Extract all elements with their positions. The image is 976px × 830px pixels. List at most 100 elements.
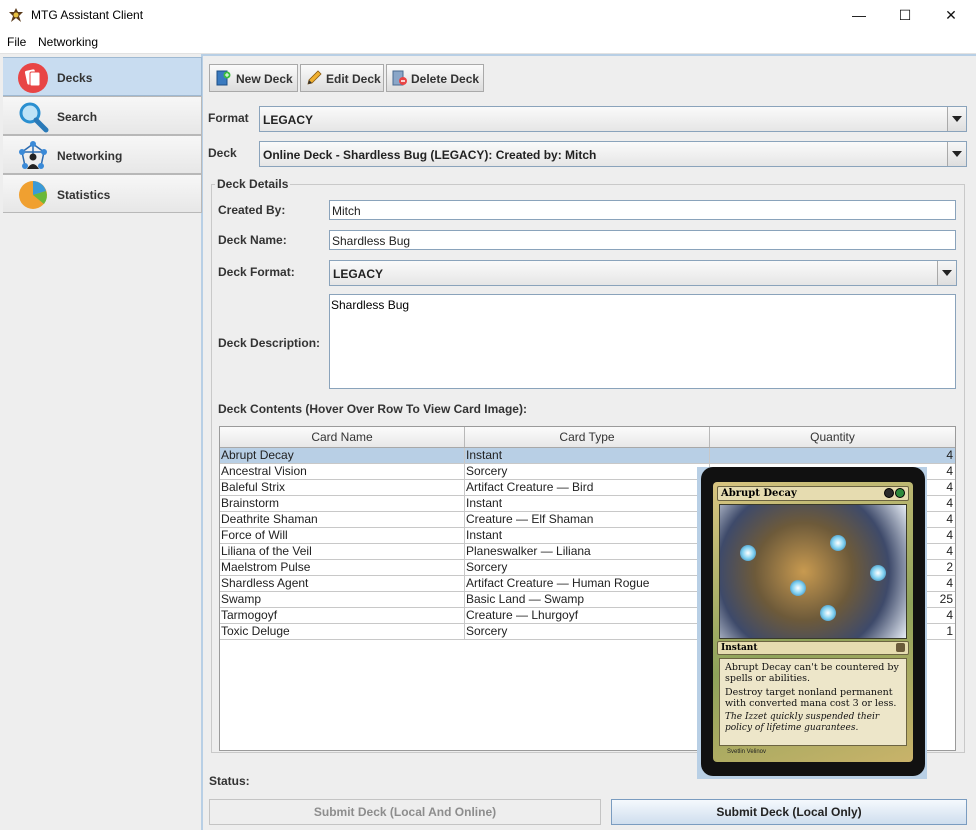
new-deck-label: New Deck	[236, 72, 293, 86]
new-deck-button[interactable]: New Deck	[209, 64, 298, 92]
submit-local-button[interactable]: Submit Deck (Local Only)	[611, 799, 967, 825]
sidebar-item-label: Search	[57, 110, 98, 124]
sidebar-item-networking[interactable]: Networking	[3, 135, 202, 174]
menu-file[interactable]: File	[7, 35, 26, 49]
cell-card-type: Sorcery	[465, 624, 710, 640]
status-label: Status:	[209, 774, 250, 788]
mana-cost	[883, 488, 905, 502]
cell-card-type: Creature — Elf Shaman	[465, 512, 710, 528]
card-name-bar: Abrupt Decay	[717, 486, 909, 501]
sidebar: Decks Search Networking Statistics	[0, 54, 202, 830]
cell-card-name: Abrupt Decay	[220, 448, 465, 464]
cell-card-name: Force of Will	[220, 528, 465, 544]
cell-quantity: 4	[946, 448, 953, 462]
deck-details-title: Deck Details	[215, 177, 291, 191]
delete-deck-icon	[392, 70, 407, 86]
chevron-down-icon[interactable]	[947, 107, 966, 131]
format-label: Format	[208, 111, 249, 125]
cell-card-type: Creature — Lhurgoyf	[465, 608, 710, 624]
delete-deck-button[interactable]: Delete Deck	[386, 64, 484, 92]
delete-deck-label: Delete Deck	[411, 72, 480, 86]
sidebar-item-statistics[interactable]: Statistics	[3, 174, 202, 213]
cell-card-name: Deathrite Shaman	[220, 512, 465, 528]
deck-value: Online Deck - Shardless Bug (LEGACY): Cr…	[263, 148, 597, 162]
cell-card-name: Liliana of the Veil	[220, 544, 465, 560]
deck-format-label: Deck Format:	[218, 265, 295, 279]
pencil-icon	[307, 70, 322, 85]
menu-bar: File Networking	[0, 32, 976, 54]
created-by-value: Mitch	[332, 204, 361, 218]
card-art-orb	[790, 580, 806, 596]
cell-card-name: Ancestral Vision	[220, 464, 465, 480]
cell-card-type: Planeswalker — Liliana	[465, 544, 710, 560]
deck-name-value: Shardless Bug	[332, 234, 411, 248]
deck-description-label: Deck Description:	[218, 336, 321, 350]
column-header-card-name[interactable]: Card Name	[220, 427, 465, 447]
card-art-orb	[820, 605, 836, 621]
card-type-bar: Instant	[717, 641, 909, 655]
cell-card-name: Toxic Deluge	[220, 624, 465, 640]
table-header: Card Name Card Type Quantity	[220, 427, 955, 448]
card-rules-text: Destroy target nonland permanent with co…	[725, 687, 897, 709]
card-art-orb	[830, 535, 846, 551]
minimize-button[interactable]: —	[836, 0, 882, 32]
maximize-button[interactable]: ☐	[882, 0, 928, 32]
card-art-orb	[740, 545, 756, 561]
pie-chart-icon	[19, 181, 47, 209]
black-mana-icon	[884, 488, 894, 498]
column-header-quantity[interactable]: Quantity	[710, 427, 955, 447]
sidebar-item-label: Statistics	[57, 188, 111, 202]
table-row[interactable]: Abrupt Decay Instant 4	[220, 448, 955, 464]
cell-card-name: Swamp	[220, 592, 465, 608]
cell-card-name: Brainstorm	[220, 496, 465, 512]
sidebar-item-search[interactable]: Search	[3, 96, 202, 135]
cell-card-type: Sorcery	[465, 464, 710, 480]
deck-name-label: Deck Name:	[218, 233, 287, 247]
decks-icon	[18, 63, 48, 93]
created-by-label: Created By:	[218, 203, 286, 217]
card-type-line: Instant	[721, 643, 758, 653]
deck-format-value: LEGACY	[333, 267, 384, 281]
cell-card-type: Basic Land — Swamp	[465, 592, 710, 608]
deck-label: Deck	[208, 146, 237, 160]
deck-name-field[interactable]: Shardless Bug	[329, 230, 956, 250]
card-rules-text: Abrupt Decay can't be countered by spell…	[725, 662, 899, 684]
close-button[interactable]: ✕	[928, 0, 974, 32]
cell-card-name: Shardless Agent	[220, 576, 465, 592]
chevron-down-icon[interactable]	[947, 142, 966, 166]
format-value: LEGACY	[263, 113, 314, 127]
deck-format-select[interactable]: LEGACY	[329, 260, 957, 286]
card-text-box: Abrupt Decay can't be countered by spell…	[719, 658, 907, 746]
chevron-down-icon[interactable]	[937, 261, 956, 285]
sidebar-item-label: Decks	[57, 71, 93, 85]
card-artist: Svetlin Velinov	[727, 749, 767, 755]
title-bar: MTG Assistant Client — ☐ ✕	[0, 0, 976, 32]
new-deck-icon	[216, 70, 231, 86]
edit-deck-label: Edit Deck	[326, 72, 381, 86]
search-icon	[19, 102, 49, 133]
menu-networking[interactable]: Networking	[38, 35, 98, 49]
card-preview-popup: Abrupt Decay Instant Abrupt Decay can't …	[697, 467, 927, 779]
deck-contents-label: Deck Contents (Hover Over Row To View Ca…	[218, 402, 527, 416]
green-mana-icon	[895, 488, 905, 498]
cell-card-type: Sorcery	[465, 560, 710, 576]
deck-description-field[interactable]: Shardless Bug	[329, 294, 956, 389]
created-by-field[interactable]: Mitch	[329, 200, 956, 220]
app-icon	[9, 8, 23, 22]
card-frame: Abrupt Decay Instant Abrupt Decay can't …	[713, 482, 913, 762]
sidebar-item-decks[interactable]: Decks	[3, 57, 202, 96]
card-image: Abrupt Decay Instant Abrupt Decay can't …	[701, 467, 925, 776]
card-flavor-text: The Izzet quickly suspended their policy…	[725, 712, 880, 733]
edit-deck-button[interactable]: Edit Deck	[300, 64, 384, 92]
column-header-card-type[interactable]: Card Type	[465, 427, 710, 447]
deck-select[interactable]: Online Deck - Shardless Bug (LEGACY): Cr…	[259, 141, 967, 167]
cell-card-type: Instant	[465, 448, 710, 464]
format-select[interactable]: LEGACY	[259, 106, 967, 132]
card-art-orb	[870, 565, 886, 581]
cell-card-type: Artifact Creature — Human Rogue	[465, 576, 710, 592]
submit-online-button[interactable]: Submit Deck (Local And Online)	[209, 799, 601, 825]
deck-description-value: Shardless Bug	[331, 298, 410, 312]
set-symbol-icon	[896, 643, 905, 652]
cell-card-type: Instant	[465, 528, 710, 544]
cell-card-type: Instant	[465, 496, 710, 512]
